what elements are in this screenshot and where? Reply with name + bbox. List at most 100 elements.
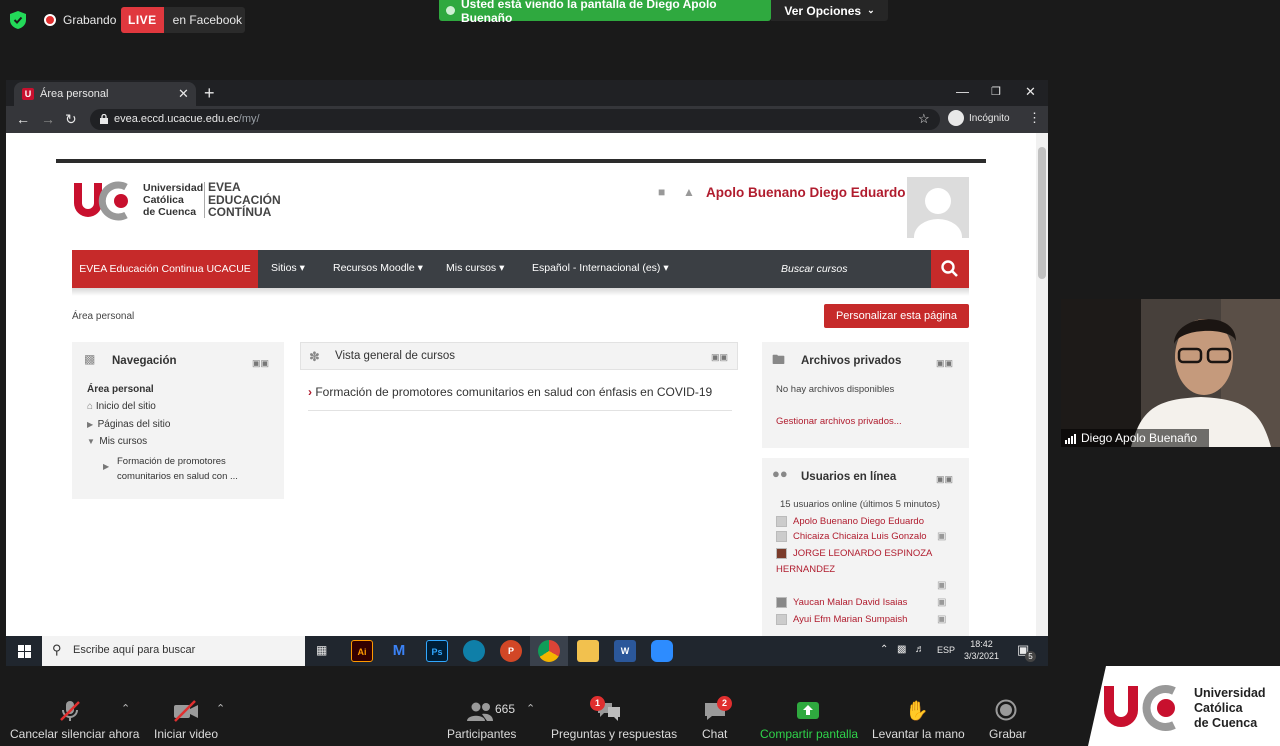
restore-icon[interactable]: ❐	[991, 85, 1001, 98]
ucacue-logo-icon[interactable]	[72, 181, 142, 221]
nav-inicio-sitio[interactable]: ⌂ Inicio del sitio	[87, 401, 156, 412]
users-icon: ●●	[772, 466, 788, 481]
course-search-input[interactable]: Buscar cursos	[781, 263, 848, 275]
online-user-link[interactable]: Apolo Buenano Diego Eduardo	[793, 516, 924, 527]
block-controls-icon[interactable]: ▣▣	[936, 358, 953, 369]
close-tab-icon[interactable]: ✕	[178, 86, 189, 102]
video-options-chevron-icon[interactable]: ⌃	[216, 702, 225, 715]
view-options-button[interactable]: Ver Opciones ⌄	[771, 0, 888, 21]
file-explorer-icon[interactable]	[577, 640, 599, 662]
message-icon[interactable]: ▣	[937, 614, 946, 625]
record-button-label[interactable]: Grabar	[989, 727, 1026, 741]
tab-area-personal[interactable]: U Área personal ✕	[14, 82, 196, 106]
participants-button-label[interactable]: Participantes	[447, 727, 516, 741]
new-tab-icon[interactable]: +	[204, 83, 215, 104]
nav-brand-link[interactable]: EVEA Educación Continua UCACUE	[72, 250, 258, 288]
nav-recursos-moodle[interactable]: Recursos Moodle ▾	[333, 262, 423, 274]
reload-icon[interactable]: ↻	[65, 111, 77, 128]
powerpoint-icon[interactable]: P	[500, 640, 522, 662]
online-user-link-cont[interactable]: HERNANDEZ	[776, 564, 835, 575]
language-indicator[interactable]: ESP	[937, 645, 955, 655]
browser-window: U Área personal ✕ + — ❐ ✕ ← → ↻ evea.ecc…	[6, 80, 1048, 636]
chat-button-label[interactable]: Chat	[702, 727, 727, 741]
search-button[interactable]	[931, 250, 969, 288]
participant-video-tile[interactable]: Diego Apolo Buenaño	[1061, 299, 1280, 447]
notifications-bell-icon[interactable]: ▲	[683, 185, 695, 199]
user-avatar[interactable]	[907, 177, 969, 238]
system-clock[interactable]: 18:42 3/3/2021	[964, 638, 999, 662]
task-view-icon[interactable]: ▦	[316, 643, 327, 657]
participants-chevron-icon[interactable]: ⌃	[526, 702, 535, 715]
message-icon[interactable]: ▣	[937, 580, 946, 591]
taskbar-search-input[interactable]: ⚲ Escribe aquí para buscar	[42, 636, 305, 666]
live-stream-indicator[interactable]: LIVE en Facebook	[121, 7, 245, 33]
message-icon[interactable]: ▣	[937, 531, 946, 542]
unmute-button-label[interactable]: Cancelar silenciar ahora	[10, 727, 139, 741]
chrome-taskbar-active[interactable]	[530, 636, 568, 666]
block-controls-icon[interactable]: ▣▣	[936, 474, 953, 485]
share-screen-icon[interactable]	[796, 699, 820, 723]
ucacue-logo-icon	[1104, 685, 1176, 731]
nav-course-link[interactable]: Formación de promotores comunitarios en s…	[117, 454, 238, 484]
user-menu[interactable]: Apolo Buenano Diego Eduardo ▾	[706, 185, 913, 200]
nav-sitios[interactable]: Sitios ▾	[271, 262, 305, 274]
record-icon[interactable]	[995, 699, 1017, 721]
header-rule	[56, 159, 986, 163]
block-controls-icon[interactable]: ▣▣	[711, 352, 728, 363]
nav-paginas-sitio[interactable]: ▶ Páginas del sitio	[87, 419, 170, 430]
illustrator-icon[interactable]: Ai	[351, 640, 373, 662]
volume-icon[interactable]: ♬	[915, 644, 925, 655]
message-icon[interactable]: ▣	[937, 597, 946, 608]
messages-icon[interactable]: ■	[658, 185, 665, 199]
block-controls-icon[interactable]: ▣▣	[252, 358, 269, 369]
photoshop-icon[interactable]: Ps	[426, 640, 448, 662]
online-user-link[interactable]: Ayui Efm Marian Sumpaish	[793, 614, 907, 625]
ucacue-brand-text: Universidad Católica de Cuenca	[1194, 686, 1266, 730]
nav-mis-cursos-tree[interactable]: ▼ Mis cursos	[87, 436, 147, 447]
browser-menu-icon[interactable]: ⋮	[1028, 110, 1041, 126]
nav-area-personal[interactable]: Área personal	[87, 384, 154, 395]
word-icon[interactable]: W	[614, 640, 636, 662]
user-icon	[776, 614, 787, 625]
online-users-title: Usuarios en línea	[801, 471, 897, 483]
online-user-link[interactable]: JORGE LEONARDO ESPINOZA	[793, 548, 932, 559]
muted-microphone-icon[interactable]	[58, 699, 82, 723]
nav-mis-cursos[interactable]: Mis cursos ▾	[446, 262, 504, 274]
user-icon	[776, 531, 787, 542]
online-user-link[interactable]: Chicaiza Chicaiza Luis Gonzalo	[793, 531, 927, 542]
breadcrumb[interactable]: Área personal	[72, 311, 134, 322]
scrollbar-thumb[interactable]	[1038, 147, 1046, 279]
windows-start-icon[interactable]	[18, 645, 31, 658]
security-shield-icon[interactable]	[10, 11, 26, 29]
zoom-app-icon[interactable]	[651, 640, 673, 662]
tray-chevron-up-icon[interactable]: ⌃	[880, 644, 888, 655]
forward-icon[interactable]: →	[41, 111, 55, 127]
raise-hand-button-label[interactable]: Levantar la mano	[872, 727, 965, 741]
close-window-icon[interactable]: ✕	[1025, 84, 1036, 100]
raise-hand-icon[interactable]: ✋	[905, 699, 929, 723]
qa-button-label[interactable]: Preguntas y respuestas	[551, 727, 677, 741]
start-video-button-label[interactable]: Iniciar video	[154, 727, 218, 741]
url-field[interactable]: evea.eccd.ucacue.edu.ec/my/ ☆	[90, 109, 940, 130]
back-icon[interactable]: ←	[16, 111, 30, 127]
network-icon[interactable]: ▩	[897, 644, 906, 655]
signal-bars-icon	[1065, 434, 1076, 444]
edge-icon[interactable]	[463, 640, 485, 662]
share-screen-button-label[interactable]: Compartir pantalla	[760, 727, 858, 741]
private-files-title: Archivos privados	[801, 355, 902, 367]
course-overview-title: Vista general de cursos	[335, 350, 455, 362]
audio-options-chevron-icon[interactable]: ⌃	[121, 702, 130, 715]
app-m-icon[interactable]: M	[388, 640, 410, 662]
minimize-icon[interactable]: —	[956, 84, 969, 99]
customize-page-button[interactable]: Personalizar esta página	[824, 304, 969, 328]
incognito-indicator[interactable]: Incógnito	[948, 110, 1010, 126]
tab-strip: U Área personal ✕ + — ❐ ✕	[6, 80, 1048, 106]
manage-files-link[interactable]: Gestionar archivos privados...	[776, 416, 902, 427]
nav-language[interactable]: Español - Internacional (es) ▾	[532, 262, 669, 274]
bookmark-star-icon[interactable]: ☆	[918, 111, 930, 127]
online-user-link[interactable]: Yaucan Malan David Isaias	[793, 597, 907, 608]
participants-icon[interactable]	[467, 699, 493, 723]
video-off-icon[interactable]	[173, 699, 199, 723]
page-scrollbar[interactable]	[1036, 133, 1048, 636]
course-list-item[interactable]: › Formación de promotores comunitarios e…	[308, 385, 732, 411]
